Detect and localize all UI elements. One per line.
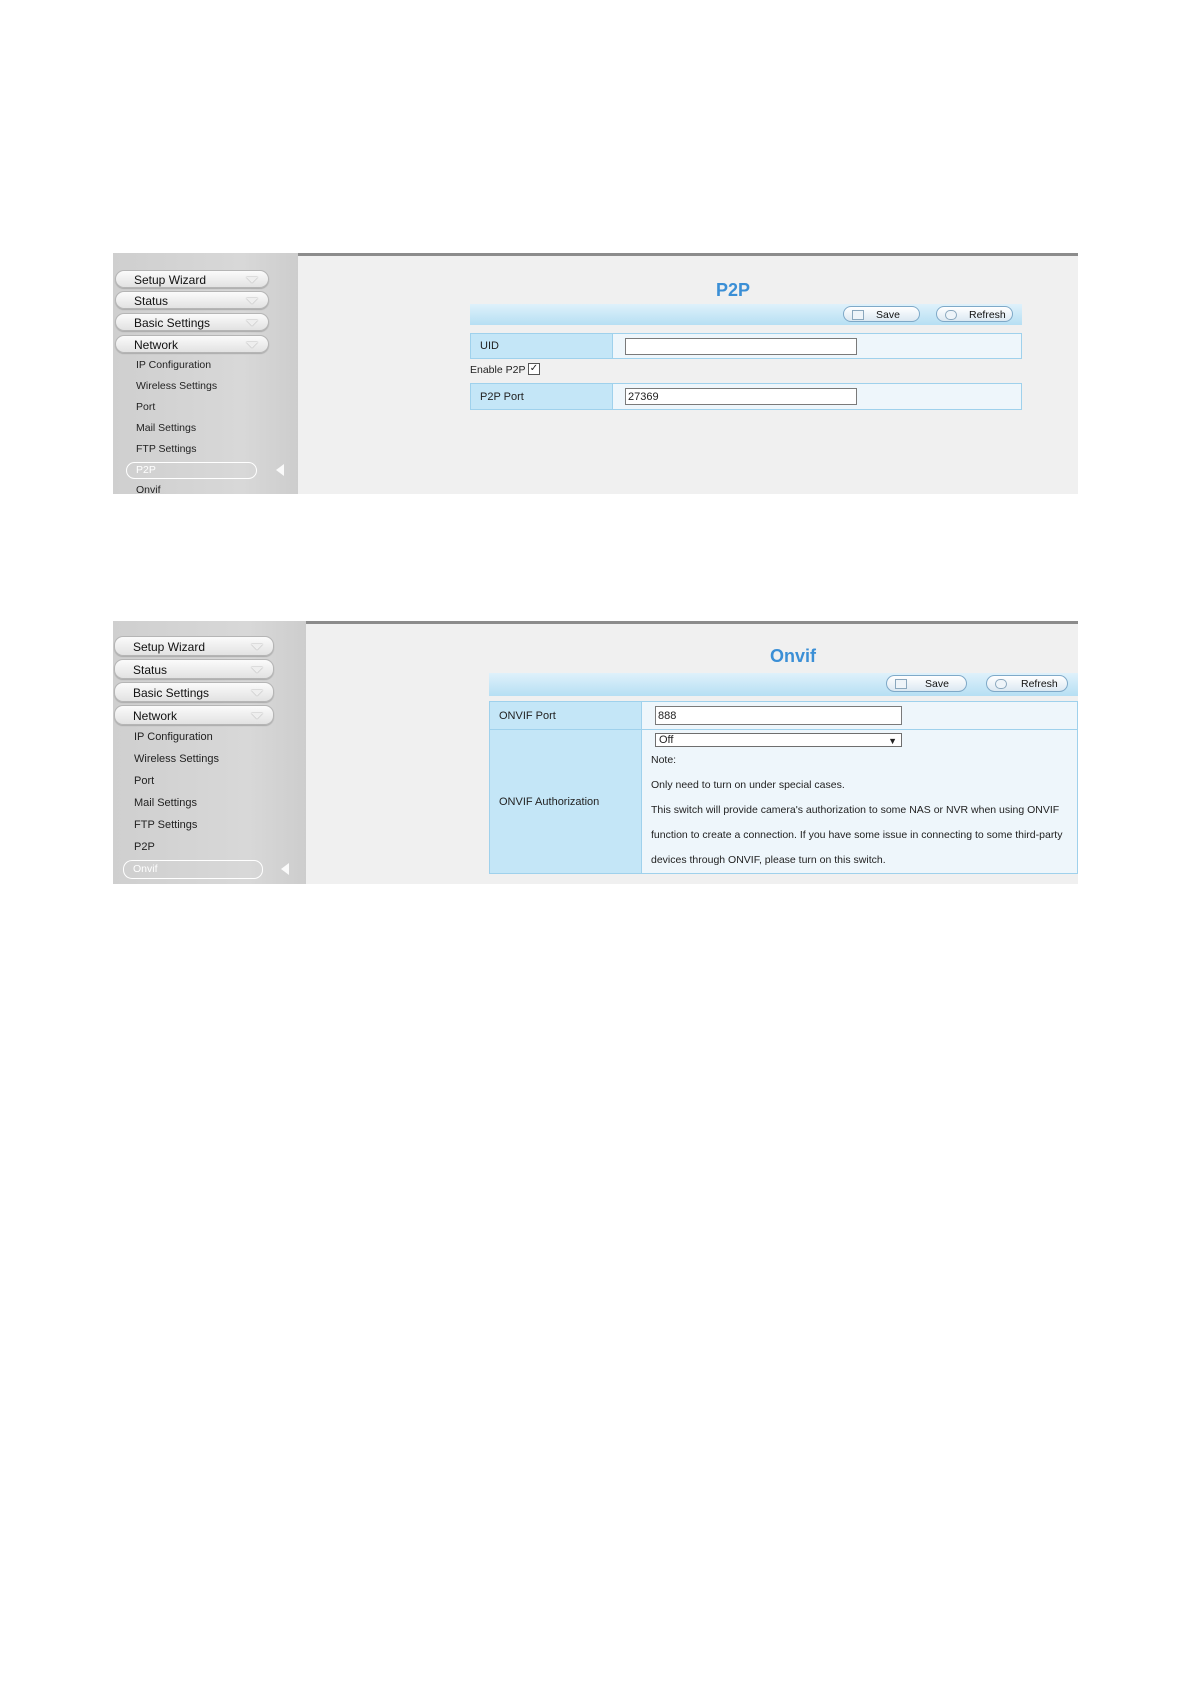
save-button[interactable]: Save bbox=[843, 306, 920, 322]
menu-setup-wizard[interactable]: Setup Wizard bbox=[114, 636, 274, 656]
selection-arrow-icon bbox=[281, 863, 289, 875]
refresh-label: Refresh bbox=[969, 309, 1006, 321]
menu-label: Network bbox=[134, 338, 179, 352]
save-button[interactable]: Save bbox=[886, 675, 967, 692]
enable-p2p-label: Enable P2P bbox=[470, 364, 526, 376]
menu-basic-settings[interactable]: Basic Settings bbox=[115, 313, 269, 331]
menu-network[interactable]: Network bbox=[114, 705, 274, 725]
select-value: Off bbox=[659, 734, 674, 746]
sidebar-item-onvif-active[interactable]: Onvif bbox=[123, 860, 263, 879]
note-line: function to create a connection. If you … bbox=[651, 829, 1063, 841]
onvif-authorization-row: ONVIF Authorization Off ▼ Note: Only nee… bbox=[489, 729, 1078, 874]
sidebar-item-ip-configuration[interactable]: IP Configuration bbox=[134, 731, 213, 743]
sidebar-item-ftp-settings[interactable]: FTP Settings bbox=[136, 443, 197, 455]
chevron-down-icon bbox=[251, 690, 263, 696]
menu-basic-settings[interactable]: Basic Settings bbox=[114, 682, 274, 702]
chevron-down-icon bbox=[246, 298, 258, 304]
menu-status[interactable]: Status bbox=[115, 291, 269, 309]
onvif-authorization-label: ONVIF Authorization bbox=[490, 730, 642, 873]
toolbar: Save Refresh bbox=[489, 673, 1078, 696]
p2p-port-label: P2P Port bbox=[471, 384, 613, 409]
save-icon bbox=[852, 310, 864, 320]
sidebar: Setup Wizard Status Basic Settings Netwo… bbox=[113, 253, 298, 494]
chevron-down-icon: ▼ bbox=[888, 736, 897, 746]
note-line: devices through ONVIF, please turn on th… bbox=[651, 854, 886, 866]
menu-status[interactable]: Status bbox=[114, 659, 274, 679]
note-line: This switch will provide camera's author… bbox=[651, 804, 1060, 816]
chevron-down-icon bbox=[251, 644, 263, 650]
uid-label: UID bbox=[471, 334, 613, 358]
refresh-icon bbox=[995, 679, 1007, 689]
uid-input[interactable] bbox=[625, 338, 857, 355]
refresh-button[interactable]: Refresh bbox=[986, 675, 1068, 692]
page-title: Onvif bbox=[769, 646, 816, 666]
sidebar-item-port[interactable]: Port bbox=[136, 401, 155, 413]
selection-arrow-icon bbox=[276, 464, 284, 476]
menu-label: Basic Settings bbox=[134, 316, 211, 330]
p2p-port-row: P2P Port bbox=[470, 383, 1022, 410]
p2p-port-input[interactable] bbox=[625, 388, 857, 405]
onvif-port-label: ONVIF Port bbox=[490, 702, 642, 729]
sidebar-item-ip-configuration[interactable]: IP Configuration bbox=[136, 359, 211, 371]
note-label: Note: bbox=[651, 754, 677, 766]
chevron-down-icon bbox=[251, 713, 263, 719]
p2p-screenshot: Setup Wizard Status Basic Settings Netwo… bbox=[113, 253, 1078, 494]
sidebar-item-p2p-active[interactable]: P2P bbox=[126, 462, 257, 479]
sidebar-item-port[interactable]: Port bbox=[134, 775, 154, 787]
menu-label: Setup Wizard bbox=[134, 273, 207, 287]
onvif-port-input[interactable] bbox=[655, 706, 902, 725]
sidebar: Setup Wizard Status Basic Settings Netwo… bbox=[113, 621, 306, 884]
onvif-screenshot: Setup Wizard Status Basic Settings Netwo… bbox=[113, 621, 1078, 884]
refresh-button[interactable]: Refresh bbox=[936, 306, 1013, 322]
page-title: P2P bbox=[715, 280, 751, 300]
refresh-label: Refresh bbox=[1021, 678, 1058, 690]
enable-p2p-checkbox[interactable]: ✓ bbox=[528, 363, 540, 375]
top-border bbox=[306, 621, 1078, 624]
sidebar-item-ftp-settings[interactable]: FTP Settings bbox=[134, 819, 197, 831]
sidebar-item-wireless-settings[interactable]: Wireless Settings bbox=[136, 380, 217, 392]
refresh-icon bbox=[945, 310, 957, 320]
sidebar-item-onvif[interactable]: Onvif bbox=[136, 484, 161, 494]
menu-label: Setup Wizard bbox=[133, 640, 206, 654]
chevron-down-icon bbox=[251, 667, 263, 673]
toolbar: Save Refresh bbox=[470, 304, 1022, 325]
save-label: Save bbox=[925, 678, 949, 690]
save-label: Save bbox=[876, 309, 900, 321]
menu-label: Status bbox=[134, 294, 169, 308]
menu-setup-wizard[interactable]: Setup Wizard bbox=[115, 270, 269, 288]
note-line: Only need to turn on under special cases… bbox=[651, 779, 845, 791]
sidebar-item-p2p[interactable]: P2P bbox=[134, 841, 155, 853]
uid-row: UID bbox=[470, 333, 1022, 359]
sidebar-item-wireless-settings[interactable]: Wireless Settings bbox=[134, 753, 219, 765]
menu-label: Status bbox=[133, 663, 168, 677]
onvif-port-row: ONVIF Port bbox=[489, 701, 1078, 730]
top-border bbox=[298, 253, 1078, 256]
sidebar-item-mail-settings[interactable]: Mail Settings bbox=[134, 797, 197, 809]
save-icon bbox=[895, 679, 907, 689]
chevron-down-icon bbox=[246, 342, 258, 348]
menu-network[interactable]: Network bbox=[115, 335, 269, 353]
chevron-down-icon bbox=[246, 320, 258, 326]
chevron-down-icon bbox=[246, 277, 258, 283]
onvif-authorization-select[interactable]: Off ▼ bbox=[655, 733, 902, 747]
menu-label: Network bbox=[133, 709, 178, 723]
sidebar-item-mail-settings[interactable]: Mail Settings bbox=[136, 422, 196, 434]
menu-label: Basic Settings bbox=[133, 686, 210, 700]
